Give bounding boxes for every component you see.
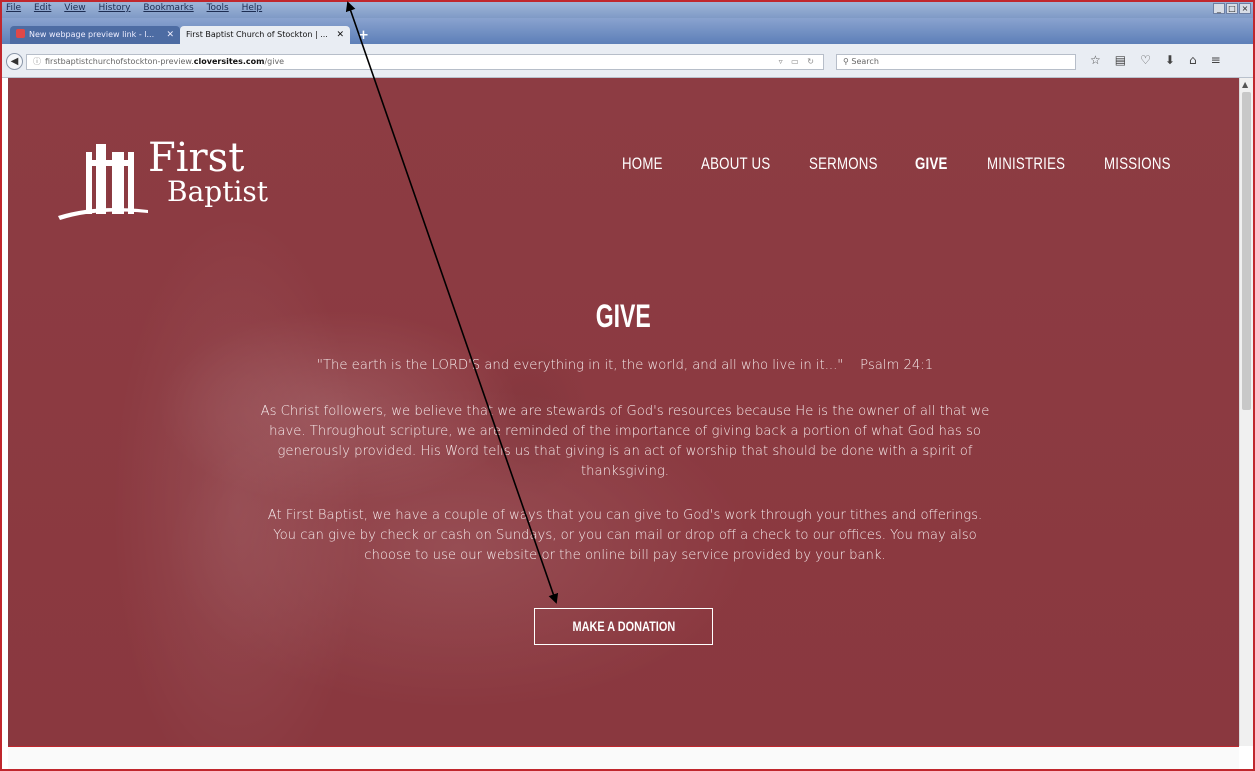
logo-text-baptist: Baptist [167,175,269,208]
gmail-icon [16,29,25,38]
menu-bar: File Edit View History Bookmarks Tools H… [2,2,1253,18]
nav-missions[interactable]: MISSIONS [1104,154,1171,174]
main-nav: HOME ABOUT US SERMONS GIVE MINISTRIES MI… [8,154,1239,178]
scripture-quote: "The earth is the LORD'S and everything … [316,358,934,373]
menu-edit[interactable]: Edit [30,2,57,13]
nav-home[interactable]: HOME [622,154,663,174]
download-icon[interactable]: ⬇ [1165,53,1175,67]
site-logo[interactable]: First Baptist [56,130,286,230]
home-icon[interactable]: ⌂ [1189,53,1197,67]
scroll-thumb[interactable] [1242,92,1251,410]
close-window-icon[interactable]: × [1239,3,1251,14]
page-scrollbar[interactable]: ▲ [1239,78,1253,746]
tab-first-baptist[interactable]: First Baptist Church of Stockton | ... ✕ [180,26,350,44]
tab-title: First Baptist Church of Stockton | ... [186,30,328,39]
window-controls: _ □ × [1213,3,1251,14]
menu-file[interactable]: File [2,2,27,13]
menu-tools[interactable]: Tools [203,2,235,13]
pocket-icon[interactable]: ♡ [1140,53,1151,67]
bookmark-star-icon[interactable]: ☆ [1090,53,1101,67]
nav-give[interactable]: GIVE [915,154,948,174]
url-path: /give [264,57,285,66]
menu-bookmarks[interactable]: Bookmarks [139,2,199,13]
hamburger-menu-icon[interactable]: ≡ [1211,53,1221,67]
search-input[interactable]: ⚲ Search [836,54,1076,70]
hero-section: First Baptist HOME ABOUT US SERMONS GIVE… [8,78,1239,746]
url-domain: cloversites.com [193,57,265,66]
info-icon[interactable]: ⓘ [33,57,41,66]
tab-preview-link[interactable]: New webpage preview link - l... ✕ [10,26,180,44]
close-tab-icon[interactable]: ✕ [166,26,174,44]
menu-help[interactable]: Help [238,2,269,13]
nav-about-us[interactable]: ABOUT US [701,154,770,174]
navigation-toolbar: ◀ ⓘ firstbaptistchurchofstockton-preview.… [2,44,1253,78]
minimize-icon[interactable]: _ [1213,3,1225,14]
nav-sermons[interactable]: SERMONS [809,154,878,174]
menu-history[interactable]: History [94,2,136,13]
reload-icon[interactable]: ▿ ▭ ↻ [779,55,817,69]
nav-ministries[interactable]: MINISTRIES [987,154,1065,174]
url-prefix: firstbaptistchurchofstockton-preview. [45,57,194,66]
tab-bar: New webpage preview link - l... ✕ First … [2,18,1253,44]
page-title: GIVE [595,298,652,334]
giving-methods-paragraph: At First Baptist, we have a couple of wa… [267,508,983,563]
toolbar-icons: ☆ ▤ ♡ ⬇ ⌂ ≡ [1090,53,1221,67]
close-tab-icon[interactable]: ✕ [336,26,344,44]
maximize-icon[interactable]: □ [1226,3,1238,14]
scroll-up-icon[interactable]: ▲ [1242,80,1248,89]
url-bar[interactable]: ⓘ firstbaptistchurchofstockton-preview.cl… [26,54,824,70]
browser-window: File Edit View History Bookmarks Tools H… [0,0,1255,771]
back-arrow-icon[interactable]: ◀ [6,53,23,70]
new-tab-icon[interactable]: + [358,28,369,43]
menu-view[interactable]: View [60,2,91,13]
make-donation-button[interactable]: MAKE A DONATION [534,608,713,645]
reading-list-icon[interactable]: ▤ [1115,53,1126,67]
search-placeholder: Search [851,57,879,66]
tab-title: New webpage preview link - l... [29,30,155,39]
stewardship-paragraph: As Christ followers, we believe that we … [260,404,990,479]
below-hero-area [8,746,1239,769]
